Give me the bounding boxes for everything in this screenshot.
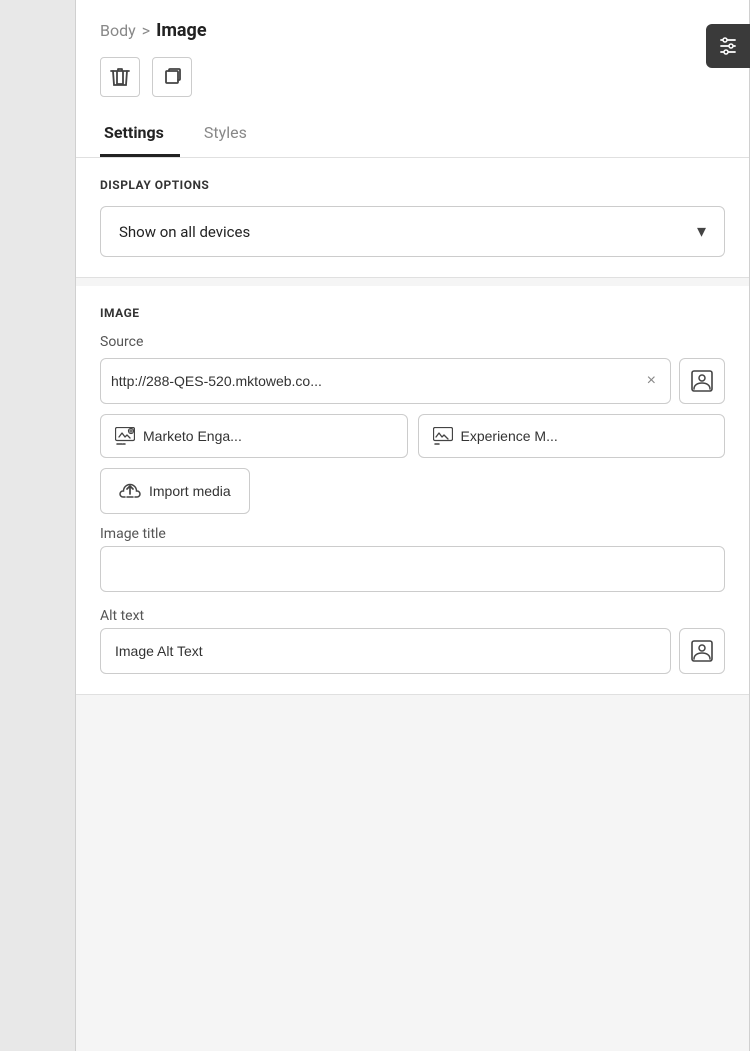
delete-button[interactable] <box>100 57 140 97</box>
alt-text-label: Alt text <box>100 608 725 624</box>
alt-text-row <box>100 628 725 674</box>
toolbar <box>100 57 725 97</box>
breadcrumb-parent[interactable]: Body <box>100 21 136 40</box>
image-section-title: IMAGE <box>100 306 725 320</box>
person-alt-icon <box>691 640 713 662</box>
experience-manager-button[interactable]: Experience M... <box>418 414 726 458</box>
marketo-engage-button[interactable]: Marketo Enga... <box>100 414 408 458</box>
breadcrumb-current: Image <box>156 20 207 41</box>
marketo-icon <box>115 427 135 445</box>
experience-icon <box>433 427 453 445</box>
media-buttons: Marketo Enga... Experience M... <box>100 414 725 458</box>
tabs: Settings Styles <box>100 113 725 157</box>
source-label: Source <box>100 334 725 350</box>
import-media-button[interactable]: Import media <box>100 468 250 514</box>
trash-icon <box>110 66 130 88</box>
image-section: IMAGE Source × <box>76 286 749 695</box>
duplicate-button[interactable] <box>152 57 192 97</box>
alt-text-picker-button[interactable] <box>679 628 725 674</box>
display-options-dropdown[interactable]: Show on all devices ▾ <box>100 206 725 257</box>
alt-text-input[interactable] <box>100 628 671 674</box>
settings-fab-button[interactable] <box>706 24 750 68</box>
breadcrumb: Body > Image <box>100 20 725 41</box>
duplicate-icon <box>162 67 182 87</box>
image-title-input[interactable] <box>100 546 725 592</box>
tab-settings[interactable]: Settings <box>100 113 180 157</box>
cloud-upload-icon <box>119 481 141 501</box>
clear-source-button[interactable]: × <box>643 372 660 390</box>
sliders-icon <box>717 35 739 57</box>
image-picker-button[interactable] <box>679 358 725 404</box>
source-input[interactable] <box>111 373 643 389</box>
image-title-label: Image title <box>100 526 725 542</box>
chevron-down-icon: ▾ <box>697 221 706 242</box>
marketo-button-label: Marketo Enga... <box>143 428 242 444</box>
display-options-value: Show on all devices <box>119 223 250 241</box>
person-image-icon <box>691 370 713 392</box>
display-options-section: DISPLAY OPTIONS Show on all devices ▾ <box>76 158 749 278</box>
source-input-wrapper: × <box>100 358 671 404</box>
breadcrumb-separator: > <box>142 21 150 40</box>
source-row: × <box>100 358 725 404</box>
display-options-title: DISPLAY OPTIONS <box>100 178 725 192</box>
import-media-label: Import media <box>149 483 231 499</box>
tab-styles[interactable]: Styles <box>200 113 263 157</box>
experience-button-label: Experience M... <box>461 428 558 444</box>
